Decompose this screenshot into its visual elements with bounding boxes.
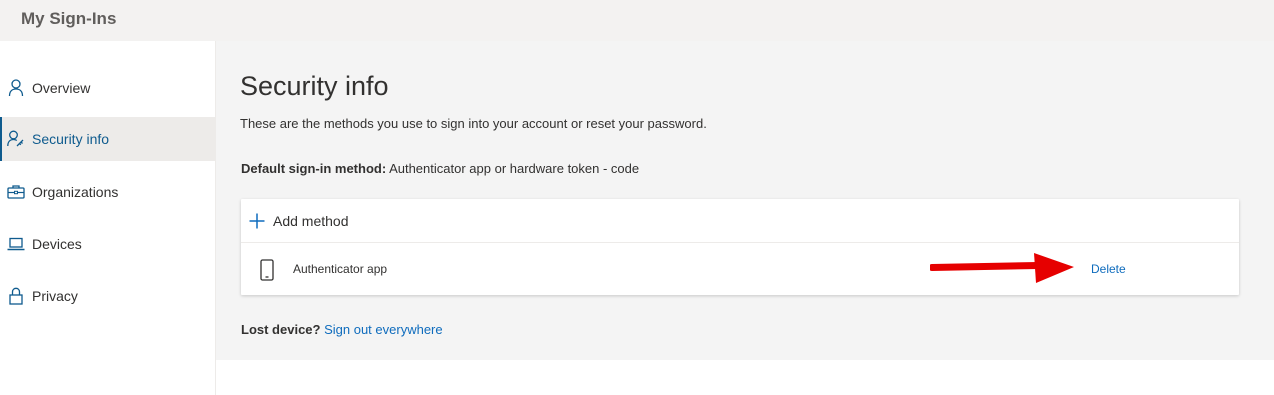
- default-sign-in-method: Default sign-in method: Authenticator ap…: [241, 161, 639, 176]
- lock-icon: [7, 287, 25, 305]
- method-name: Authenticator app: [293, 262, 388, 276]
- top-bar: My Sign-Ins: [0, 0, 1274, 41]
- lost-device-label: Lost device?: [241, 322, 321, 337]
- sidebar-item-label: Devices: [32, 236, 82, 252]
- add-method-button[interactable]: Add method: [241, 199, 1239, 243]
- sidebar-item-security-info[interactable]: Security info: [0, 117, 215, 161]
- lost-device: Lost device? Sign out everywhere: [241, 322, 443, 337]
- annotation-arrow-icon: [930, 253, 1074, 283]
- methods-card: Add method Authenticator app Delete: [241, 199, 1239, 295]
- sidebar-item-devices[interactable]: Devices: [0, 222, 215, 266]
- app-title: My Sign-Ins: [21, 9, 117, 28]
- sidebar-item-label: Security info: [32, 131, 110, 147]
- page-description: These are the methods you use to sign in…: [240, 116, 707, 131]
- main-content: Security info These are the methods you …: [216, 41, 1274, 360]
- sidebar: Overview Security info Organizations Dev…: [0, 41, 216, 395]
- method-row: Authenticator app Delete: [241, 244, 1239, 295]
- person-icon: [7, 79, 25, 97]
- default-method-label: Default sign-in method:: [241, 161, 387, 176]
- laptop-icon: [7, 235, 25, 253]
- sidebar-item-organizations[interactable]: Organizations: [0, 170, 215, 214]
- person-key-icon: [7, 130, 25, 148]
- sidebar-item-overview[interactable]: Overview: [0, 66, 215, 110]
- phone-icon: [260, 259, 274, 281]
- add-method-label: Add method: [273, 213, 349, 229]
- sign-out-everywhere-link[interactable]: Sign out everywhere: [324, 322, 443, 337]
- default-method-value: Authenticator app or hardware token - co…: [386, 161, 640, 176]
- delete-button[interactable]: Delete: [1091, 262, 1126, 276]
- sidebar-item-label: Privacy: [32, 288, 78, 304]
- plus-icon: [249, 213, 265, 229]
- page-title: Security info: [240, 71, 389, 101]
- sidebar-item-privacy[interactable]: Privacy: [0, 274, 215, 318]
- sidebar-item-label: Overview: [32, 80, 91, 96]
- sidebar-item-label: Organizations: [32, 184, 119, 200]
- briefcase-icon: [7, 183, 25, 201]
